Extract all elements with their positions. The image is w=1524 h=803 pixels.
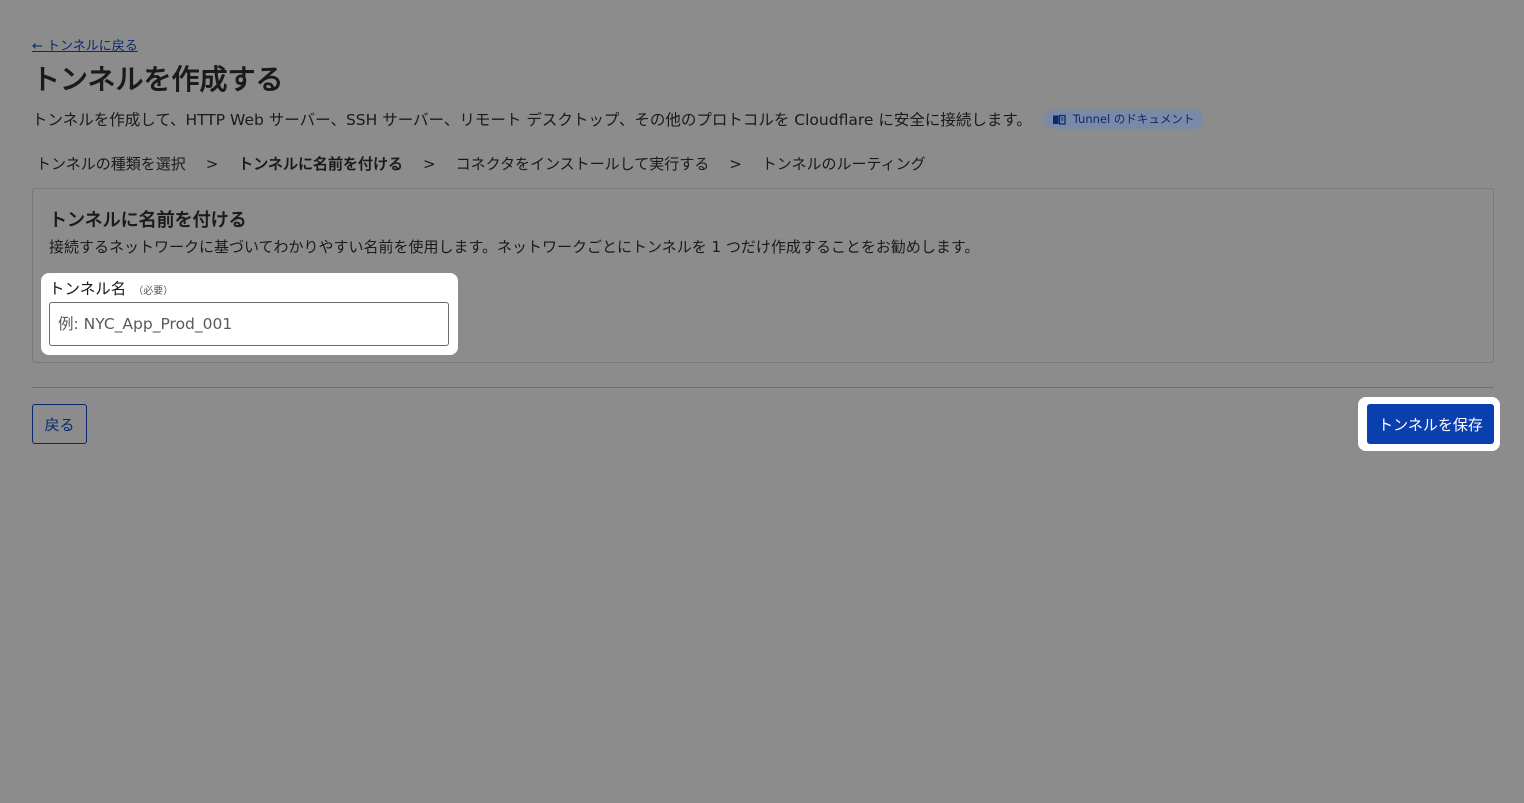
page-description: トンネルを作成して、HTTP Web サーバー、SSH サーバー、リモート デス… [32,111,1032,129]
card-description: 接続するネットワークに基づいてわかりやすい名前を使用します。ネットワークごとにト… [49,238,980,256]
page-description-row: トンネルを作成して、HTTP Web サーバー、SSH サーバー、リモート デス… [32,108,1204,130]
back-to-tunnels-link[interactable]: ← トンネルに戻る [32,35,138,54]
card-title: トンネルに名前を付ける [49,210,247,231]
step-install-connector: コネクタをインストールして実行する [455,155,710,173]
tunnel-name-label-text: トンネル名 [49,280,127,298]
book-icon [1052,114,1066,125]
page-title: トンネルを作成する [32,63,284,96]
name-tunnel-card: トンネルに名前を付ける 接続するネットワークに基づいてわかりやすい名前を使用しま… [32,188,1494,363]
tunnel-name-label: トンネル名 （必要） [49,277,173,299]
tunnel-name-input[interactable] [49,302,449,346]
tunnel-docs-badge[interactable]: Tunnel のドキュメント [1043,109,1204,129]
save-tunnel-button[interactable]: トンネルを保存 [1367,404,1494,444]
step-name-tunnel: トンネルに名前を付ける [238,155,403,173]
tunnel-docs-label: Tunnel のドキュメント [1072,112,1195,126]
required-indicator: （必要） [133,286,174,297]
back-button[interactable]: 戻る [32,404,87,444]
step-separator: > [205,154,219,173]
step-separator: > [422,154,436,173]
step-separator: > [729,154,742,173]
step-select-type: トンネルの種類を選択 [36,155,186,173]
footer-divider [32,387,1494,388]
wizard-steps: トンネルの種類を選択 > トンネルに名前を付ける > コネクタをインストールして… [36,153,926,174]
tunnel-name-field: トンネル名 （必要） [41,273,458,355]
step-route-tunnel: トンネルのルーティング [761,155,926,173]
